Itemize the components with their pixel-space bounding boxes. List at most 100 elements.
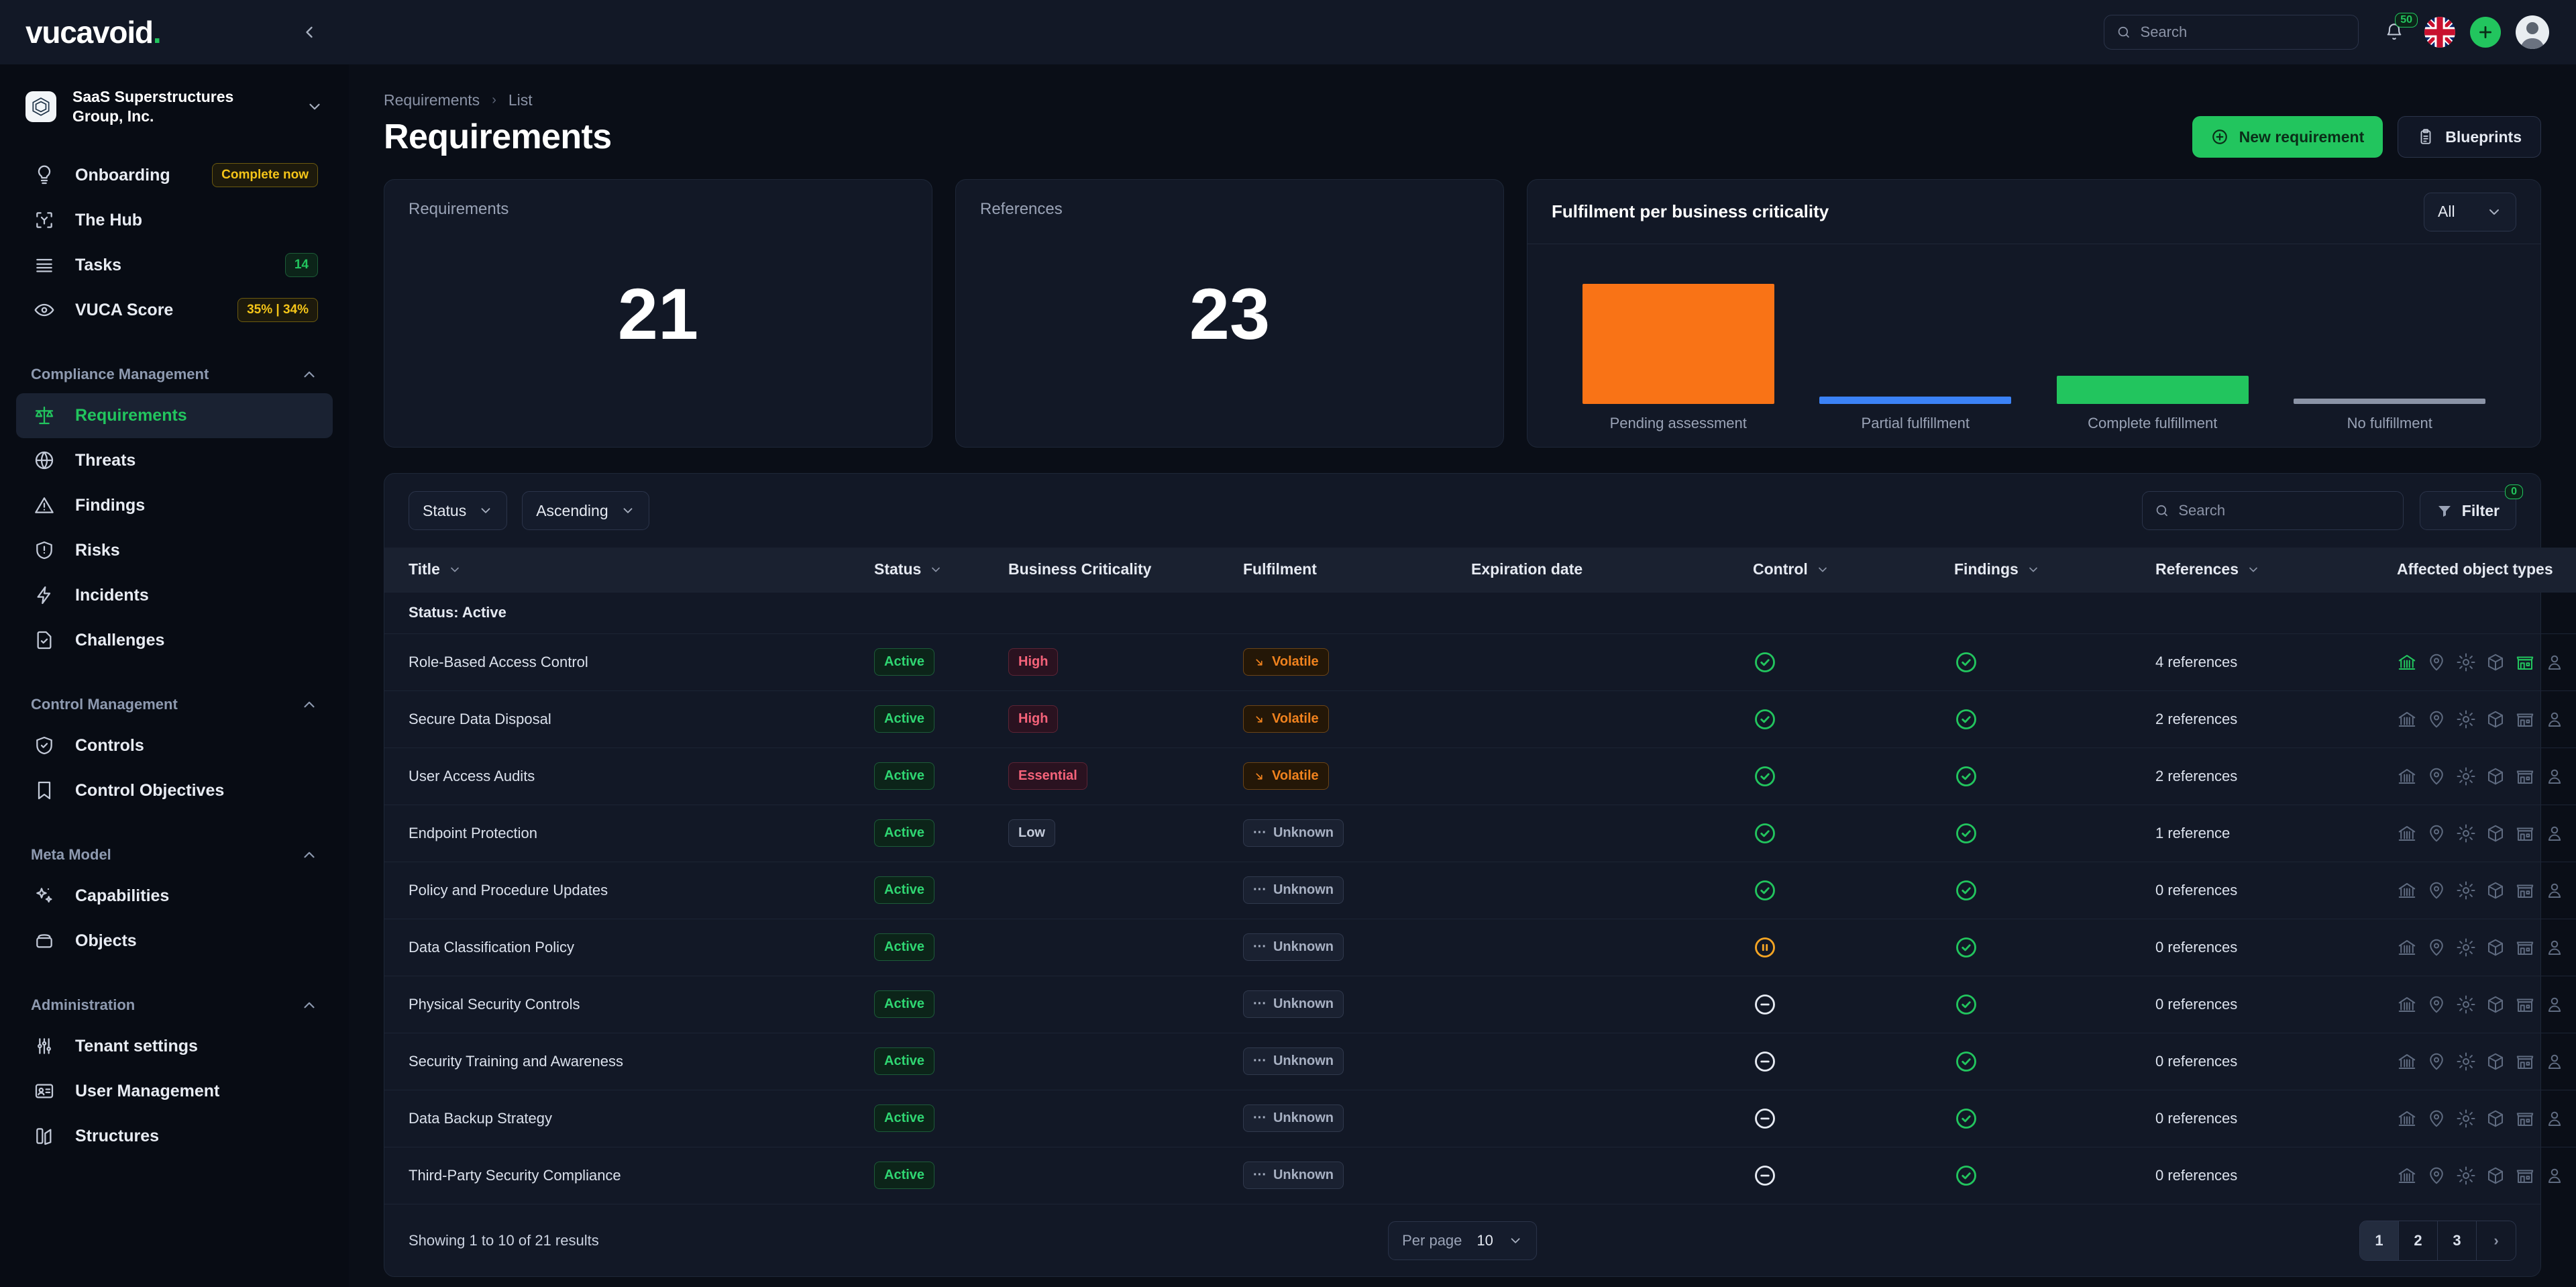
cube-icon[interactable]	[2485, 994, 2506, 1015]
gear-icon[interactable]	[2456, 994, 2476, 1015]
sidebar-item-threats[interactable]: Threats	[16, 438, 333, 483]
cube-icon[interactable]	[2485, 1166, 2506, 1186]
store-icon[interactable]	[2515, 937, 2535, 958]
bank-icon[interactable]	[2397, 994, 2417, 1015]
sidebar-item-incidents[interactable]: Incidents	[16, 573, 333, 618]
store-icon[interactable]	[2515, 652, 2535, 672]
breadcrumb-item-list[interactable]: List	[508, 91, 533, 109]
cube-icon[interactable]	[2485, 709, 2506, 729]
location-pin-icon[interactable]	[2426, 994, 2447, 1015]
table-row[interactable]: Secure Data DisposalActiveHighVolatile2 …	[384, 690, 2576, 748]
bank-icon[interactable]	[2397, 1109, 2417, 1129]
table-row[interactable]: Role-Based Access ControlActiveHighVolat…	[384, 633, 2576, 690]
location-pin-icon[interactable]	[2426, 937, 2447, 958]
cube-icon[interactable]	[2485, 880, 2506, 900]
sidebar-item-the-hub[interactable]: The Hub	[16, 198, 333, 243]
bank-icon[interactable]	[2397, 766, 2417, 786]
language-selector[interactable]	[2424, 17, 2455, 48]
bank-icon[interactable]	[2397, 937, 2417, 958]
table-row[interactable]: Endpoint ProtectionActiveLow···Unknown1 …	[384, 805, 2576, 862]
blueprints-button[interactable]: Blueprints	[2398, 116, 2541, 158]
filter-button[interactable]: Filter 0	[2420, 491, 2516, 530]
sidebar-item-controls[interactable]: Controls	[16, 723, 333, 768]
table-row[interactable]: Policy and Procedure UpdatesActive···Unk…	[384, 862, 2576, 919]
pagination-page-2[interactable]: 2	[2399, 1221, 2438, 1260]
table-row[interactable]: User Access AuditsActiveEssentialVolatil…	[384, 748, 2576, 805]
app-logo[interactable]: vucavoid.	[25, 14, 160, 50]
tenant-switcher[interactable]: SaaS Superstructures Group, Inc.	[0, 64, 349, 146]
location-pin-icon[interactable]	[2426, 1166, 2447, 1186]
gear-icon[interactable]	[2456, 1166, 2476, 1186]
store-icon[interactable]	[2515, 994, 2535, 1015]
sidebar-item-capabilities[interactable]: Capabilities	[16, 874, 333, 919]
onboarding-badge[interactable]: Complete now	[212, 163, 318, 187]
new-requirement-button[interactable]: New requirement	[2192, 116, 2383, 158]
sidebar-item-tenant-settings[interactable]: Tenant settings	[16, 1024, 333, 1069]
cube-icon[interactable]	[2485, 937, 2506, 958]
bank-icon[interactable]	[2397, 823, 2417, 843]
cell-title[interactable]: Role-Based Access Control	[384, 633, 874, 690]
pagination-page-1[interactable]: 1	[2360, 1221, 2399, 1260]
store-icon[interactable]	[2515, 1051, 2535, 1072]
cube-icon[interactable]	[2485, 1051, 2506, 1072]
global-search[interactable]	[2104, 15, 2359, 50]
sidebar-item-objects[interactable]: Objects	[16, 919, 333, 964]
store-icon[interactable]	[2515, 880, 2535, 900]
sidebar-item-challenges[interactable]: Challenges	[16, 618, 333, 663]
person-icon[interactable]	[2544, 709, 2565, 729]
per-page-select[interactable]: Per page 10	[1388, 1221, 1537, 1260]
cell-title[interactable]: Security Training and Awareness	[384, 1033, 874, 1090]
table-column-header[interactable]: Control	[1753, 548, 1954, 592]
sort-direction-select[interactable]: Ascending	[522, 491, 649, 530]
location-pin-icon[interactable]	[2426, 823, 2447, 843]
cube-icon[interactable]	[2485, 766, 2506, 786]
cell-title[interactable]: Endpoint Protection	[384, 805, 874, 862]
location-pin-icon[interactable]	[2426, 709, 2447, 729]
person-icon[interactable]	[2544, 880, 2565, 900]
sidebar-item-findings[interactable]: Findings	[16, 483, 333, 528]
sidebar-group-header[interactable]: Control Management	[16, 686, 333, 723]
location-pin-icon[interactable]	[2426, 1109, 2447, 1129]
person-icon[interactable]	[2544, 823, 2565, 843]
chart-bar[interactable]	[1582, 284, 1774, 404]
sort-field-select[interactable]: Status	[409, 491, 507, 530]
table-row[interactable]: Data Backup StrategyActive···Unknown0 re…	[384, 1090, 2576, 1147]
table-row[interactable]: Third-Party Security ComplianceActive···…	[384, 1147, 2576, 1204]
gear-icon[interactable]	[2456, 766, 2476, 786]
location-pin-icon[interactable]	[2426, 652, 2447, 672]
cell-title[interactable]: User Access Audits	[384, 748, 874, 805]
gear-icon[interactable]	[2456, 880, 2476, 900]
table-column-header[interactable]: References	[2155, 548, 2397, 592]
gear-icon[interactable]	[2456, 652, 2476, 672]
person-icon[interactable]	[2544, 1109, 2565, 1129]
location-pin-icon[interactable]	[2426, 880, 2447, 900]
gear-icon[interactable]	[2456, 1051, 2476, 1072]
bank-icon[interactable]	[2397, 1051, 2417, 1072]
table-row[interactable]: Security Training and AwarenessActive···…	[384, 1033, 2576, 1090]
table-search-input[interactable]	[2178, 502, 2390, 519]
chart-filter-select[interactable]: All	[2424, 193, 2516, 231]
sidebar-group-header[interactable]: Compliance Management	[16, 356, 333, 393]
table-column-header[interactable]: Title	[384, 548, 874, 592]
table-search[interactable]	[2142, 491, 2404, 530]
person-icon[interactable]	[2544, 994, 2565, 1015]
location-pin-icon[interactable]	[2426, 1051, 2447, 1072]
sidebar-item-user-management[interactable]: User Management	[16, 1069, 333, 1114]
gear-icon[interactable]	[2456, 1109, 2476, 1129]
cell-title[interactable]: Policy and Procedure Updates	[384, 862, 874, 919]
cell-title[interactable]: Secure Data Disposal	[384, 690, 874, 748]
user-avatar[interactable]	[2516, 15, 2549, 49]
table-column-header[interactable]: Status	[874, 548, 1008, 592]
person-icon[interactable]	[2544, 652, 2565, 672]
sidebar-item-risks[interactable]: Risks	[16, 528, 333, 573]
table-row[interactable]: Data Classification PolicyActive···Unkno…	[384, 919, 2576, 976]
sidebar-item-tasks[interactable]: Tasks 14	[16, 243, 333, 288]
store-icon[interactable]	[2515, 766, 2535, 786]
chart-bar[interactable]	[2057, 376, 2249, 404]
chart-bar[interactable]	[1819, 397, 2011, 404]
sidebar-item-vuca-score[interactable]: VUCA Score 35% | 34%	[16, 288, 333, 333]
cell-title[interactable]: Physical Security Controls	[384, 976, 874, 1033]
pagination-next-button[interactable]: ›	[2477, 1221, 2516, 1260]
store-icon[interactable]	[2515, 823, 2535, 843]
bank-icon[interactable]	[2397, 880, 2417, 900]
